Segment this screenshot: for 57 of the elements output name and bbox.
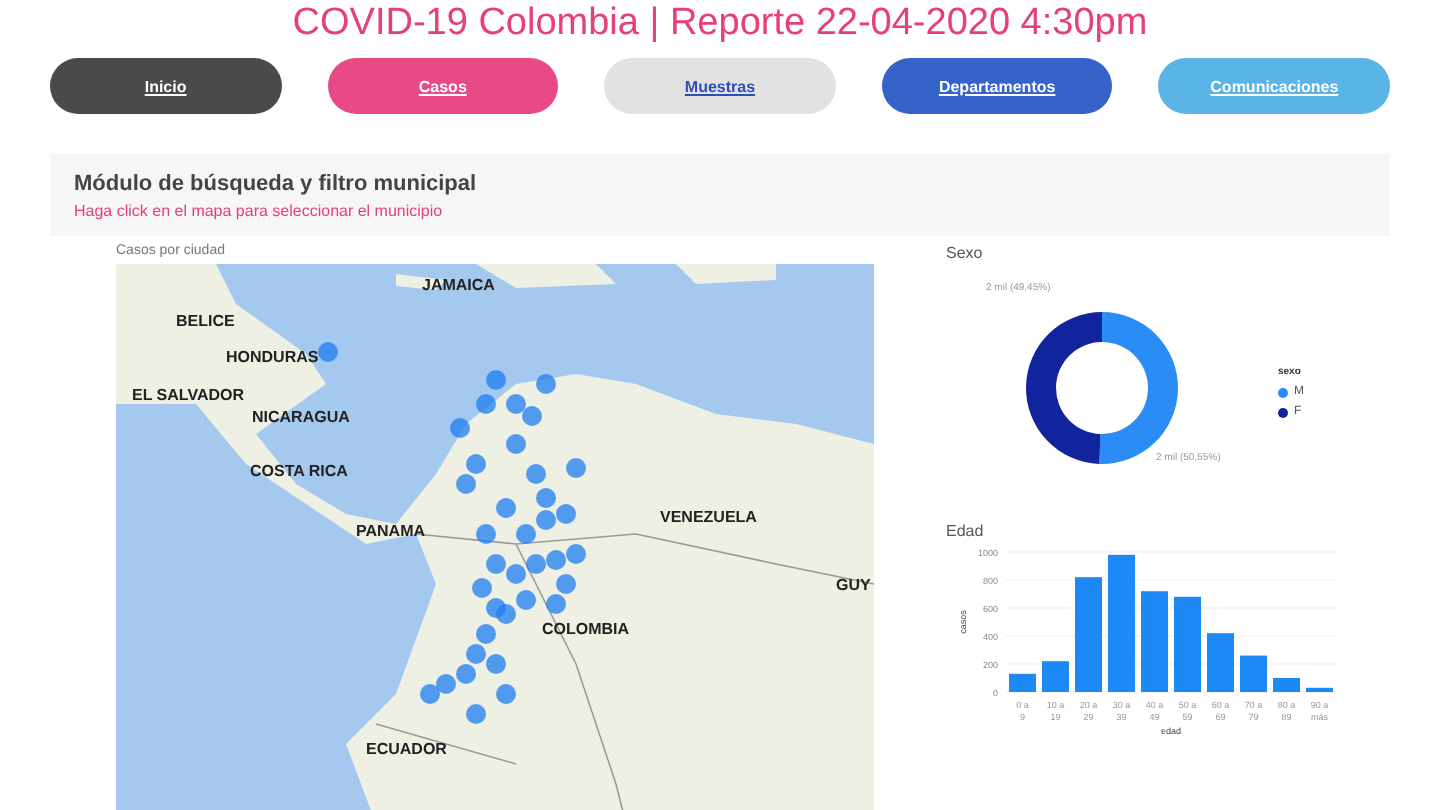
case-marker[interactable] bbox=[476, 524, 496, 544]
panel-title: Módulo de búsqueda y filtro municipal bbox=[74, 172, 479, 196]
map-label: JAMAICA bbox=[422, 276, 495, 294]
page-title: COVID-19 Colombia | Reporte 22-04-2020 4:30pm bbox=[290, 0, 1150, 48]
map-label: NICARAGUA bbox=[252, 408, 350, 426]
chart-title: Sexo bbox=[946, 244, 985, 262]
case-marker[interactable] bbox=[466, 454, 486, 474]
case-marker[interactable] bbox=[476, 394, 496, 414]
chart-title: Edad bbox=[946, 522, 986, 540]
case-marker[interactable] bbox=[456, 664, 476, 684]
case-marker[interactable] bbox=[522, 406, 542, 426]
nav-button[interactable]: Casos bbox=[327, 58, 559, 114]
map-label: BELICE bbox=[176, 312, 235, 330]
nav-button[interactable]: Departamentos bbox=[881, 58, 1113, 114]
case-marker[interactable] bbox=[536, 510, 556, 530]
panel-hint: Haga click en el mapa para seleccionar el municipio bbox=[74, 202, 445, 220]
case-marker[interactable] bbox=[566, 458, 586, 478]
case-marker[interactable] bbox=[486, 554, 506, 574]
case-marker[interactable] bbox=[516, 590, 536, 610]
case-marker[interactable] bbox=[556, 574, 576, 594]
case-marker[interactable] bbox=[526, 554, 546, 574]
nav-button[interactable]: Muestras bbox=[604, 58, 836, 114]
case-marker[interactable] bbox=[546, 594, 566, 614]
case-marker[interactable] bbox=[420, 684, 440, 704]
case-marker[interactable] bbox=[546, 550, 566, 570]
case-marker[interactable] bbox=[476, 624, 496, 644]
map-label: GUY bbox=[836, 576, 871, 594]
case-marker[interactable] bbox=[472, 578, 492, 598]
case-marker[interactable] bbox=[536, 374, 556, 394]
case-marker[interactable] bbox=[516, 524, 536, 544]
nav-button[interactable]: Inicio bbox=[50, 58, 282, 114]
map-label: HONDURAS bbox=[226, 348, 319, 366]
map-label: COLOMBIA bbox=[542, 620, 630, 638]
map-label: PANAMA bbox=[356, 522, 426, 540]
case-marker[interactable] bbox=[486, 654, 506, 674]
case-marker[interactable] bbox=[466, 644, 486, 664]
map-label: COSTA RICA bbox=[250, 462, 348, 480]
case-marker[interactable] bbox=[506, 434, 526, 454]
case-marker[interactable] bbox=[496, 498, 516, 518]
case-marker[interactable] bbox=[318, 342, 338, 362]
case-marker[interactable] bbox=[536, 488, 556, 508]
case-marker[interactable] bbox=[456, 474, 476, 494]
case-marker[interactable] bbox=[450, 418, 470, 438]
case-marker[interactable] bbox=[436, 674, 456, 694]
case-marker[interactable] bbox=[566, 544, 586, 564]
map-label: EL SALVADOR bbox=[132, 386, 245, 404]
map[interactable]: JAMAICA BELICE HONDURAS EL SALVADOR NICARAGUA COSTA RICA PANAMA VENEZUELA COLOMBIA ECUADOR GUY bbox=[116, 264, 874, 810]
case-marker[interactable] bbox=[466, 704, 486, 724]
map-label: VENEZUELA bbox=[660, 508, 757, 526]
case-marker[interactable] bbox=[506, 564, 526, 584]
case-marker[interactable] bbox=[486, 598, 506, 618]
map-label: ECUADOR bbox=[366, 740, 447, 758]
case-marker[interactable] bbox=[556, 504, 576, 524]
case-marker[interactable] bbox=[496, 684, 516, 704]
case-marker[interactable] bbox=[526, 464, 546, 484]
case-marker[interactable] bbox=[486, 370, 506, 390]
case-marker[interactable] bbox=[506, 394, 526, 414]
